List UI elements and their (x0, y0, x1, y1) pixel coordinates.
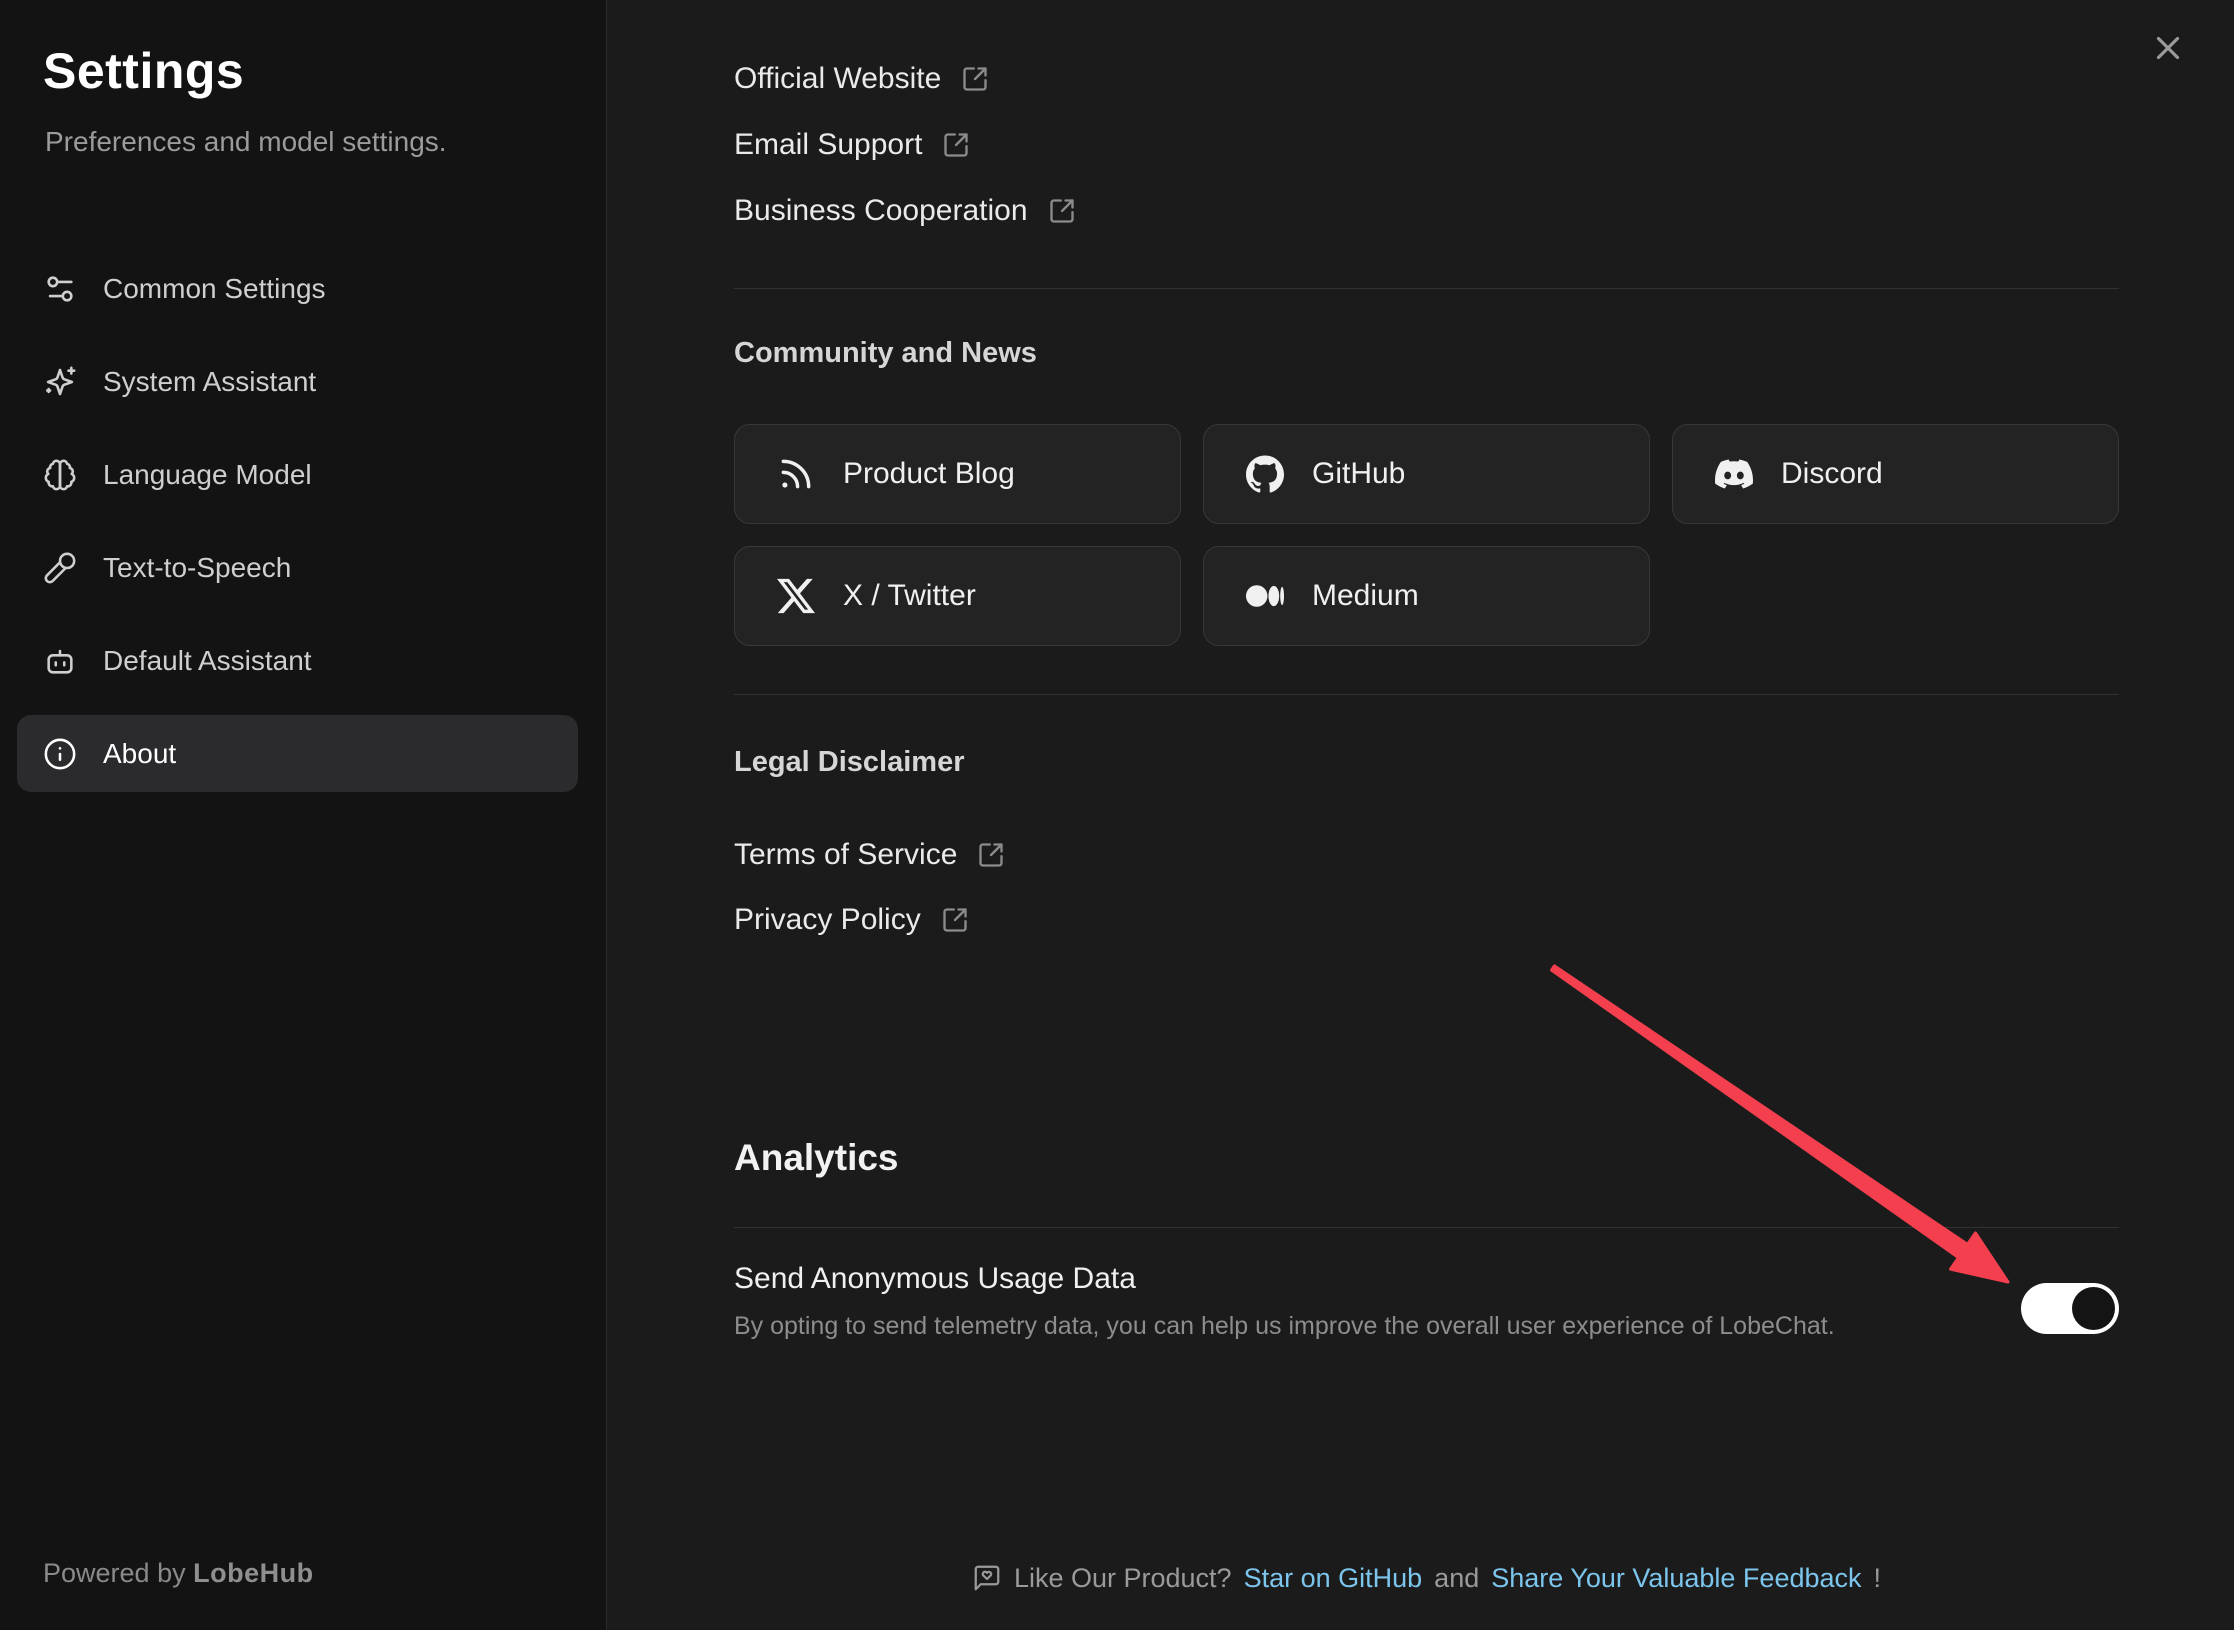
info-circle-icon (43, 737, 77, 771)
business-cooperation-link[interactable]: Business Cooperation (734, 189, 1076, 233)
terms-of-service-link[interactable]: Terms of Service (734, 833, 1005, 877)
discord-button[interactable]: Discord (1672, 424, 2119, 524)
bot-icon (43, 644, 77, 678)
community-heading: Community and News (734, 331, 1037, 375)
section-divider (734, 288, 2119, 289)
external-link-icon (961, 65, 989, 93)
sidebar-item-label: Default Assistant (103, 645, 312, 677)
link-label: Privacy Policy (734, 903, 921, 937)
privacy-policy-link[interactable]: Privacy Policy (734, 898, 1005, 942)
button-label: Discord (1781, 457, 1883, 491)
community-buttons: Product Blog GitHub Discord X / Twitter … (734, 424, 2119, 646)
sliders-icon (43, 272, 77, 306)
close-button[interactable] (2144, 24, 2192, 72)
link-label: Business Cooperation (734, 194, 1028, 228)
sidebar-item-default-assistant[interactable]: Default Assistant (17, 622, 578, 699)
sidebar-item-about[interactable]: About (17, 715, 578, 792)
share-feedback-link[interactable]: Share Your Valuable Feedback (1491, 1563, 1861, 1594)
link-label: Official Website (734, 62, 941, 96)
medium-button[interactable]: Medium (1203, 546, 1650, 646)
sidebar-item-label: System Assistant (103, 366, 316, 398)
sidebar-item-language-model[interactable]: Language Model (17, 436, 578, 513)
send-usage-data-label: Send Anonymous Usage Data (734, 1257, 1136, 1301)
settings-modal: Settings Preferences and model settings.… (0, 0, 2234, 1630)
sidebar-item-label: About (103, 738, 176, 770)
sidebar-item-label: Text-to-Speech (103, 552, 291, 584)
rss-icon (777, 455, 815, 493)
link-label: Email Support (734, 128, 922, 162)
analytics-heading: Analytics (734, 1134, 899, 1182)
discord-icon (1715, 455, 1753, 493)
product-blog-button[interactable]: Product Blog (734, 424, 1181, 524)
button-label: X / Twitter (843, 579, 976, 613)
footer-text: Like Our Product? (1014, 1563, 1232, 1594)
about-content: Contact Us Official Website Email Suppor… (734, 0, 2119, 1630)
about-panel: Contact Us Official Website Email Suppor… (607, 0, 2234, 1630)
external-link-icon (977, 841, 1005, 869)
medium-icon (1246, 577, 1284, 615)
sidebar-item-label: Common Settings (103, 273, 326, 305)
button-label: GitHub (1312, 457, 1405, 491)
contact-links: Official Website Email Support Business … (734, 57, 1076, 233)
contact-us-section-heading: Contact Us (734, 0, 1234, 9)
footer-text: ! (1874, 1563, 1882, 1594)
footer-text: and (1434, 1563, 1479, 1594)
button-label: Medium (1312, 579, 1419, 613)
external-link-icon (1048, 197, 1076, 225)
legal-heading: Legal Disclaimer (734, 740, 965, 784)
sidebar-item-label: Language Model (103, 459, 312, 491)
email-support-link[interactable]: Email Support (734, 123, 1076, 167)
powered-by-text: Powered by (43, 1558, 186, 1588)
sidebar-item-system-assistant[interactable]: System Assistant (17, 343, 578, 420)
link-label: Terms of Service (734, 838, 957, 872)
settings-sidebar: Settings Preferences and model settings.… (0, 0, 607, 1630)
x-twitter-button[interactable]: X / Twitter (734, 546, 1181, 646)
brain-icon (43, 458, 77, 492)
star-on-github-link[interactable]: Star on GitHub (1244, 1563, 1423, 1594)
external-link-icon (942, 131, 970, 159)
sparkles-icon (43, 365, 77, 399)
send-usage-data-description: By opting to send telemetry data, you ca… (734, 1308, 1835, 1344)
powered-by: Powered by LobeHub (43, 1558, 314, 1589)
message-heart-icon (972, 1563, 1002, 1593)
lobehub-brand[interactable]: LobeHub (193, 1558, 313, 1588)
page-title: Settings (43, 42, 244, 100)
sidebar-item-common-settings[interactable]: Common Settings (17, 250, 578, 327)
page-subtitle: Preferences and model settings. (45, 126, 447, 158)
section-divider (734, 694, 2119, 695)
github-button[interactable]: GitHub (1203, 424, 1650, 524)
toggle-knob (2072, 1287, 2115, 1330)
send-usage-data-toggle[interactable] (2021, 1283, 2119, 1334)
official-website-link[interactable]: Official Website (734, 57, 1076, 101)
button-label: Product Blog (843, 457, 1015, 491)
x-twitter-icon (777, 577, 815, 615)
sidebar-item-text-to-speech[interactable]: Text-to-Speech (17, 529, 578, 606)
section-divider (734, 1227, 2119, 1228)
external-link-icon (941, 906, 969, 934)
contact-us-heading-text: Contact Us (734, 0, 913, 1)
feedback-footer: Like Our Product? Star on GitHub and Sha… (734, 1556, 2119, 1600)
sidebar-nav: Common Settings System Assistant Languag… (17, 250, 578, 792)
mic-vocal-icon (43, 551, 77, 585)
close-icon (2149, 29, 2187, 67)
github-icon (1246, 455, 1284, 493)
legal-links: Terms of Service Privacy Policy (734, 833, 1005, 942)
